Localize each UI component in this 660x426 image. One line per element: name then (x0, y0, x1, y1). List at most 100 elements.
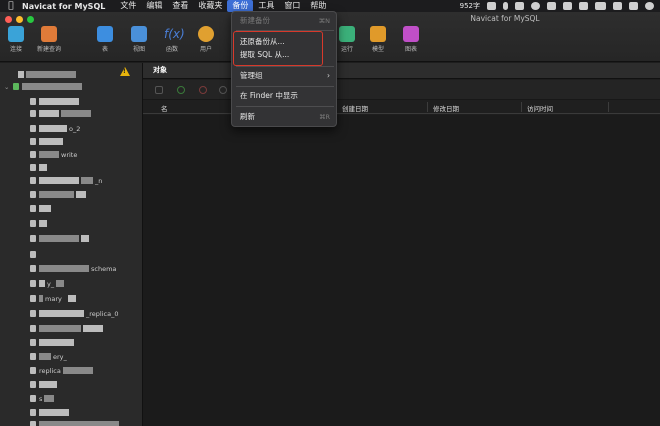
column-divider[interactable] (427, 102, 428, 112)
warning-icon[interactable] (120, 67, 130, 76)
tray-bars-icon[interactable] (563, 2, 572, 10)
toolbar-model-label: 模型 (371, 46, 384, 53)
undo-icon[interactable] (155, 86, 163, 94)
apple-icon[interactable]:  (0, 1, 22, 11)
tray-chat-icon[interactable] (547, 2, 556, 10)
column-divider[interactable] (521, 102, 522, 112)
menu-divider (236, 106, 334, 107)
list-item[interactable] (30, 323, 105, 334)
list-item-label: mary (45, 294, 62, 303)
user-icon (198, 26, 214, 42)
menu-view[interactable]: 查看 (167, 0, 193, 12)
list-item[interactable] (30, 218, 49, 229)
annotation-highlight-box (233, 31, 323, 66)
list-item[interactable]: schema (30, 263, 116, 274)
object-list-header: 名 创建日期 修改日期 访问时间 (143, 100, 660, 114)
tray-s-icon[interactable] (629, 2, 638, 10)
list-item[interactable] (30, 249, 39, 260)
toolbar-model-button[interactable]: 模型 (361, 26, 395, 53)
list-item[interactable] (30, 136, 65, 147)
menu-divider (236, 86, 334, 87)
toolbar-table-label: 表 (101, 46, 108, 53)
tab-objects[interactable]: 对象 (153, 65, 167, 75)
open-icon[interactable] (219, 86, 227, 94)
toolbar-user-button[interactable]: 用户 (189, 26, 223, 53)
connection-item[interactable]: ⌄ (4, 81, 84, 92)
tray-shield-icon[interactable] (613, 2, 622, 10)
list-item[interactable] (18, 69, 78, 80)
model-icon (370, 26, 386, 42)
column-accessed[interactable]: 访问时间 (527, 103, 553, 113)
tray-wechat-icon[interactable] (531, 2, 540, 10)
tray-mic-icon[interactable] (503, 2, 508, 10)
list-item[interactable]: replica (30, 365, 95, 376)
toolbar-function-button[interactable]: f(x) 函数 (155, 26, 189, 53)
list-item[interactable] (30, 162, 49, 173)
toolbar-view-button[interactable]: 视图 (122, 26, 156, 53)
backup-dropdown-menu: 新建备份 ⌘N 还原备份从... 提取 SQL 从... 管理组 › 在 Fin… (231, 11, 337, 127)
menu-file[interactable]: 文件 (115, 0, 141, 12)
word-count-status[interactable]: 952字 (460, 1, 480, 11)
toolbar-connect-label: 连接 (9, 46, 22, 53)
menu-item-manage-group[interactable]: 管理组 › (240, 70, 334, 82)
stop-icon[interactable] (199, 86, 207, 94)
menu-item-show-in-finder[interactable]: 在 Finder 中显示 (240, 90, 334, 102)
connect-icon (8, 26, 24, 42)
toolbar-connect-button[interactable]: 连接 (0, 26, 33, 53)
tray-grid-icon[interactable] (487, 2, 496, 10)
toolbar-chart-label: 图表 (404, 46, 417, 53)
menu-item-show-in-finder-label: 在 Finder 中显示 (240, 91, 298, 100)
list-item-label: o_2 (69, 124, 81, 133)
list-item[interactable] (30, 108, 93, 119)
connection-sidebar[interactable]: ⌄ o_2 write _n schema y_ mary _replica_0… (0, 63, 143, 426)
status-tray: 952字 (460, 1, 660, 11)
tray-glasses-icon[interactable] (595, 2, 606, 10)
list-item-label: replica (39, 366, 61, 375)
menu-item-refresh-label: 刷新 (240, 112, 255, 121)
menu-item-new-backup[interactable]: 新建备份 ⌘N (240, 15, 334, 27)
automation-icon (339, 26, 355, 42)
list-item[interactable] (30, 203, 53, 214)
column-divider[interactable] (608, 102, 609, 112)
list-item[interactable]: mary (30, 293, 78, 304)
list-item[interactable] (30, 233, 91, 244)
menu-favorites[interactable]: 收藏夹 (193, 0, 227, 12)
list-item[interactable]: _n (30, 175, 102, 186)
app-name-menu[interactable]: Navicat for MySQL (22, 2, 105, 11)
toolbar-new-query-button[interactable]: 新建查询 (32, 26, 66, 53)
list-item[interactable]: s (30, 393, 56, 404)
toolbar-chart-button[interactable]: 图表 (394, 26, 428, 53)
list-item-label: _n (95, 176, 103, 185)
tray-app-icon[interactable] (579, 2, 588, 10)
list-item[interactable] (30, 189, 88, 200)
chevron-down-icon[interactable]: ⌄ (4, 83, 9, 91)
list-item[interactable]: o_2 (30, 123, 80, 134)
list-item-label: schema (91, 264, 117, 273)
object-list[interactable] (143, 115, 660, 426)
list-item[interactable] (30, 337, 76, 348)
tray-input-icon[interactable] (515, 2, 524, 10)
list-item[interactable] (30, 407, 71, 418)
object-toolbar (143, 80, 660, 100)
list-item[interactable] (30, 419, 121, 426)
menu-item-refresh[interactable]: 刷新 ⌘R (240, 111, 334, 123)
column-modified[interactable]: 修改日期 (433, 103, 459, 113)
list-item[interactable]: y_ (30, 278, 66, 289)
menu-edit[interactable]: 编辑 (141, 0, 167, 12)
column-name[interactable]: 名 (161, 103, 168, 113)
toolbar-table-button[interactable]: 表 (88, 26, 122, 53)
toolbar-new-query-label: 新建查询 (36, 46, 61, 53)
list-item[interactable]: write (30, 149, 77, 160)
screen:  Navicat for MySQL 文件 编辑 查看 收藏夹 备份 工具 窗… (0, 0, 660, 426)
run-icon[interactable] (177, 86, 185, 94)
tray-dollar-icon[interactable] (645, 2, 654, 10)
function-icon: f(x) (164, 27, 185, 41)
new-query-icon (41, 26, 57, 42)
table-icon (97, 26, 113, 42)
list-item[interactable]: ery_ (30, 351, 67, 362)
shortcut-new-backup: ⌘N (318, 17, 330, 25)
list-item[interactable] (30, 379, 59, 390)
list-item[interactable] (30, 96, 81, 107)
column-created[interactable]: 创建日期 (342, 103, 368, 113)
list-item[interactable]: _replica_0 (30, 308, 118, 319)
